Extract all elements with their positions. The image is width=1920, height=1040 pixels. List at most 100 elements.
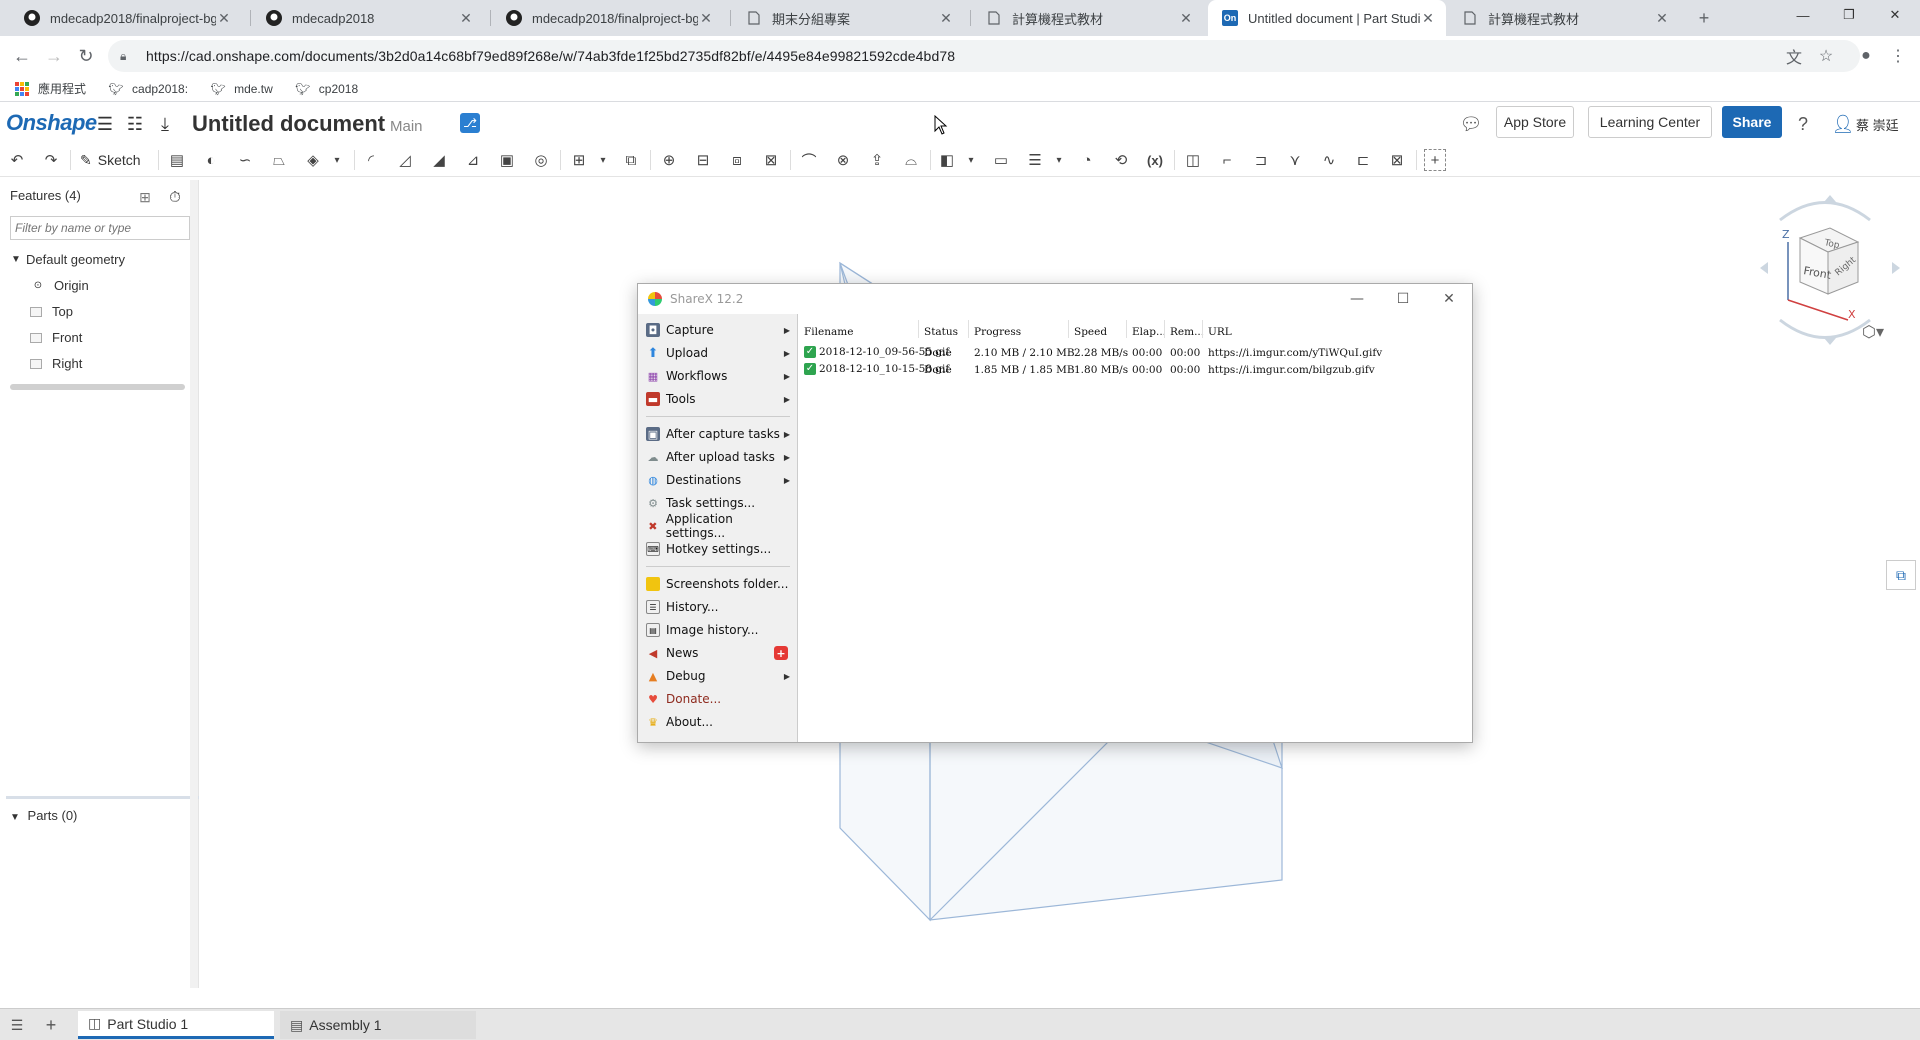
- extrude-icon[interactable]: ▤: [166, 149, 188, 171]
- add-custom-feature-icon[interactable]: +: [1424, 149, 1446, 171]
- document-title[interactable]: Untitled document: [192, 111, 385, 137]
- browser-tab-3[interactable]: mdecadp2018/finalproject-bg ✕: [492, 0, 724, 36]
- column-header-remaining[interactable]: Rem...: [1170, 322, 1204, 342]
- profile-icon[interactable]: ●: [1852, 42, 1880, 70]
- bend-icon[interactable]: ⋎: [1284, 149, 1306, 171]
- tab-manager-icon[interactable]: ☰: [6, 1014, 28, 1036]
- user-name[interactable]: 蔡 崇廷: [1856, 115, 1899, 134]
- render-mode-icon[interactable]: ⧉: [1886, 560, 1916, 590]
- move-face-icon[interactable]: ⇪: [866, 149, 888, 171]
- browser-tab-4[interactable]: 期末分組專案 ✕: [732, 0, 964, 36]
- close-tab-icon[interactable]: ✕: [216, 10, 232, 26]
- sheet-metal-icon[interactable]: ◫: [1182, 149, 1204, 171]
- menu-screenshots-folder[interactable]: Screenshots folder...: [646, 574, 794, 594]
- default-geometry-group[interactable]: ▼ Default geometry: [10, 252, 125, 267]
- column-header-progress[interactable]: Progress: [974, 322, 1021, 342]
- tree-item-front[interactable]: Front: [30, 330, 82, 345]
- rotate-up-icon[interactable]: [1824, 195, 1836, 202]
- comment-icon[interactable]: 💬︎: [1460, 113, 1483, 135]
- loft-icon[interactable]: ⏢: [268, 149, 290, 171]
- close-tab-icon[interactable]: ✕: [458, 10, 474, 26]
- menu-upload[interactable]: ⬆ Upload ▶: [646, 343, 794, 363]
- hole-icon[interactable]: ◎: [530, 149, 552, 171]
- rollback-timer-icon[interactable]: ⏱︎: [164, 186, 186, 208]
- close-tab-icon[interactable]: ✕: [698, 10, 714, 26]
- column-header-speed[interactable]: Speed: [1074, 322, 1107, 342]
- column-divider[interactable]: [1126, 320, 1127, 338]
- plane-icon[interactable]: ◧: [936, 149, 958, 171]
- star-icon[interactable]: ☆: [1812, 42, 1840, 70]
- close-tab-icon[interactable]: ✕: [1420, 10, 1436, 26]
- tree-item-right[interactable]: Right: [30, 356, 82, 371]
- close-tab-icon[interactable]: ✕: [1654, 10, 1670, 26]
- translate-icon[interactable]: 文: [1780, 42, 1808, 70]
- rotate-right-icon[interactable]: [1892, 262, 1900, 274]
- corner-icon[interactable]: ⊠: [1386, 149, 1408, 171]
- rib-icon[interactable]: ⊿: [462, 149, 484, 171]
- features-panel-scrollbar[interactable]: [190, 180, 198, 988]
- menu-application-settings[interactable]: ✖ Application settings...: [646, 512, 794, 540]
- measure-icon[interactable]: ◔: [1076, 149, 1098, 171]
- menu-news[interactable]: ◀ News +: [646, 643, 794, 663]
- browser-tab-1[interactable]: mdecadp2018/finalproject-bg ✕: [10, 0, 242, 36]
- back-icon[interactable]: ←: [8, 42, 36, 70]
- replace-face-icon[interactable]: ⌓: [900, 149, 922, 171]
- sketch-button[interactable]: ✎ Sketch: [80, 149, 141, 171]
- bookmark-cadp2018[interactable]: 🐦︎ cadp2018:: [108, 81, 188, 97]
- chevron-down-icon[interactable]: ▾: [1048, 149, 1070, 171]
- browser-tab-6-active[interactable]: On Untitled document | Part Studio ✕: [1208, 0, 1446, 36]
- menu-after-capture[interactable]: ▣ After capture tasks ▶: [646, 424, 794, 444]
- tree-item-origin[interactable]: ⊙ Origin: [32, 278, 89, 293]
- delete-part-icon[interactable]: ⊠: [760, 149, 782, 171]
- menu-about[interactable]: ♛ About...: [646, 712, 794, 732]
- helix-icon[interactable]: ☰: [1024, 149, 1046, 171]
- form-icon[interactable]: ∿: [1318, 149, 1340, 171]
- branch-label[interactable]: Main: [390, 118, 423, 135]
- menu-hotkey-settings[interactable]: ⌨ Hotkey settings...: [646, 539, 794, 559]
- help-icon[interactable]: ?: [1792, 113, 1814, 135]
- section-view-icon[interactable]: ⟲: [1110, 149, 1132, 171]
- redo-icon[interactable]: ↷: [40, 149, 62, 171]
- menu-tools[interactable]: ▬ Tools ▶: [646, 389, 794, 409]
- hem-icon[interactable]: ⊏: [1352, 149, 1374, 171]
- menu-debug[interactable]: ▲ Debug ▶: [646, 666, 794, 686]
- close-window-icon[interactable]: ✕: [1872, 0, 1918, 30]
- learning-center-button[interactable]: Learning Center: [1588, 106, 1712, 138]
- column-header-elapsed[interactable]: Elap...: [1132, 322, 1166, 342]
- parts-group[interactable]: ▼ Parts (0): [10, 808, 77, 823]
- mirror-icon[interactable]: ⧉: [620, 149, 642, 171]
- feature-filter-input[interactable]: [10, 216, 190, 240]
- menu-workflows[interactable]: ▦ Workflows ▶: [646, 366, 794, 386]
- menu-donate[interactable]: ♥ Donate...: [646, 689, 794, 709]
- browser-tab-7[interactable]: 計算機程式教材 ✕: [1448, 0, 1680, 36]
- menu-image-history[interactable]: ▤ Image history...: [646, 620, 794, 640]
- modify-fillet-icon[interactable]: ⌒: [798, 149, 820, 171]
- menu-after-upload[interactable]: ☁ After upload tasks ▶: [646, 447, 794, 467]
- new-tab-icon[interactable]: +: [1690, 4, 1718, 32]
- rotate-down-icon[interactable]: [1824, 338, 1836, 345]
- minimize-icon[interactable]: —: [1780, 0, 1826, 30]
- tree-item-top[interactable]: Top: [30, 304, 73, 319]
- menu-capture[interactable]: ◘ Capture ▶: [646, 320, 794, 340]
- reload-icon[interactable]: ↻: [72, 42, 100, 70]
- sweep-icon[interactable]: ∽: [234, 149, 256, 171]
- tab-assembly-1[interactable]: ▤ Assembly 1: [280, 1011, 476, 1039]
- bookmark-apps[interactable]: 應用程式: [14, 80, 86, 97]
- undo-icon[interactable]: ↶: [6, 149, 28, 171]
- restore-icon[interactable]: ❐: [1826, 0, 1872, 30]
- variable-icon[interactable]: (x): [1144, 149, 1166, 171]
- chamfer-icon[interactable]: ◿: [394, 149, 416, 171]
- chevron-down-icon[interactable]: ▾: [960, 149, 982, 171]
- browser-tab-2[interactable]: mdecadp2018 ✕: [252, 0, 484, 36]
- add-tab-icon[interactable]: +: [40, 1014, 62, 1036]
- revolve-icon[interactable]: ◐: [200, 149, 222, 171]
- menu-dots-icon[interactable]: ⋮: [1884, 42, 1912, 70]
- view-cube[interactable]: Top Front Right Z X: [1740, 190, 1910, 350]
- new-folder-icon[interactable]: ⊞: [134, 186, 156, 208]
- panel-divider[interactable]: [6, 796, 199, 799]
- tab-part-studio-1[interactable]: ◫ Part Studio 1: [78, 1011, 274, 1039]
- column-divider[interactable]: [1202, 320, 1203, 338]
- upload-task-list[interactable]: Filename Status Progress Speed Elap... R…: [800, 314, 1472, 742]
- versions-icon[interactable]: ⎇: [460, 113, 480, 133]
- close-tab-icon[interactable]: ✕: [1178, 10, 1194, 26]
